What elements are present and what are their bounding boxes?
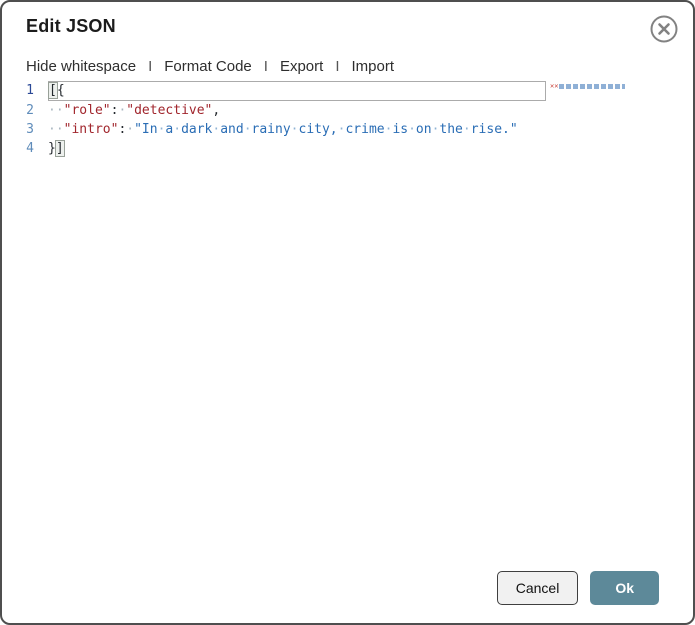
line-number: 3 [26, 122, 34, 137]
menu-separator: I [335, 58, 340, 75]
lint-annotation: ✕✕ [550, 82, 625, 101]
toolbar: Hide whitespace I Format Code I Export I… [2, 44, 693, 79]
code-line-4[interactable]: 4 }] [2, 139, 693, 158]
code-content: ··"intro":·"In·a·dark·and·rainy·city,·cr… [48, 122, 518, 137]
lint-marker-icon: ✕✕ [550, 82, 559, 90]
menu-format-code[interactable]: Format Code [164, 58, 252, 75]
close-icon [650, 15, 678, 43]
menu-separator: I [263, 58, 268, 75]
edit-json-dialog: Edit JSON Hide whitespace I Format Code … [0, 0, 695, 625]
menu-export[interactable]: Export [280, 58, 323, 75]
dialog-header: Edit JSON [2, 2, 693, 44]
menu-import[interactable]: Import [351, 58, 394, 75]
menu-separator: I [148, 58, 153, 75]
ok-button[interactable]: Ok [590, 571, 659, 605]
menu-hide-whitespace[interactable]: Hide whitespace [26, 58, 136, 75]
code-line-1[interactable]: 1 [{ ✕✕ [2, 81, 693, 101]
line-number: 1 [26, 83, 34, 98]
lint-annotation-text [559, 84, 625, 89]
code-line-2[interactable]: 2 ··"role":·"detective", [2, 101, 693, 120]
close-button[interactable] [649, 14, 679, 44]
code-content: ··"role":·"detective", [48, 103, 221, 118]
code-content: [{ ✕✕ [48, 81, 693, 101]
line-number: 4 [26, 141, 34, 156]
json-editor[interactable]: 1 [{ ✕✕ 2 ··"role":·"detective", 3 ··"int… [2, 79, 693, 158]
active-line-box: [{ [48, 81, 546, 101]
dialog-footer: Cancel Ok [496, 571, 659, 605]
line-number: 2 [26, 103, 34, 118]
code-content: }] [48, 141, 64, 156]
code-line-3[interactable]: 3 ··"intro":·"In·a·dark·and·rainy·city,·… [2, 120, 693, 139]
dialog-title: Edit JSON [26, 16, 116, 36]
cancel-button[interactable]: Cancel [496, 571, 579, 605]
